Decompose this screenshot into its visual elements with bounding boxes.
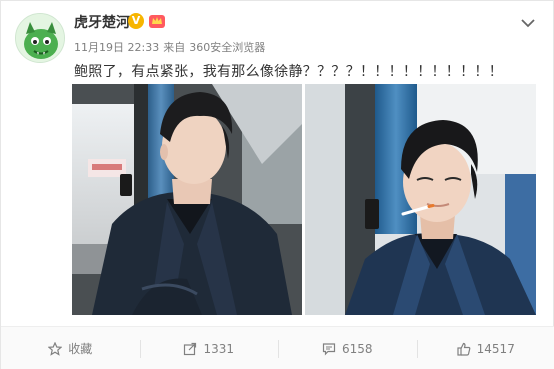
post-text: 鲍照了，有点紧张，我有那么像徐静？？？？！！！！！！！！！！ (74, 64, 503, 80)
share-icon (184, 342, 197, 355)
comment-button[interactable]: 6158 (278, 327, 417, 369)
action-bar: 收藏 1331 6158 14517 (1, 326, 554, 369)
post-timestamp[interactable]: 11月19日 22:33 (74, 39, 159, 55)
username[interactable]: 虎牙楚河 (74, 12, 130, 32)
comment-icon (322, 342, 336, 355)
post-photo-2[interactable] (305, 84, 536, 315)
collect-label: 收藏 (68, 342, 93, 356)
repost-count: 1331 (203, 341, 235, 356)
post-meta: 11月19日 22:33 来自 360安全浏览器 (74, 39, 265, 55)
vip-crown-badge-icon (148, 13, 166, 29)
collect-button[interactable]: 收藏 (1, 327, 140, 369)
source-prefix: 来自 (163, 41, 186, 54)
green-monster-avatar-icon (16, 14, 64, 62)
weibo-post-card: 虎牙楚河 V 11月19日 22:33 来自 360安全浏览器 鲍照了，有点紧张… (0, 0, 554, 369)
post-photo-1[interactable] (72, 84, 302, 315)
star-icon (48, 341, 63, 356)
thumbs-up-icon (457, 342, 471, 356)
post-source[interactable]: 360安全浏览器 (189, 39, 265, 55)
verified-icon: V (128, 13, 144, 29)
like-button[interactable]: 14517 (416, 327, 554, 369)
comment-count: 6158 (341, 341, 373, 356)
repost-button[interactable]: 1331 (139, 327, 279, 369)
user-avatar[interactable] (15, 13, 65, 63)
chevron-down-icon[interactable] (521, 13, 535, 28)
like-count: 14517 (476, 341, 515, 356)
